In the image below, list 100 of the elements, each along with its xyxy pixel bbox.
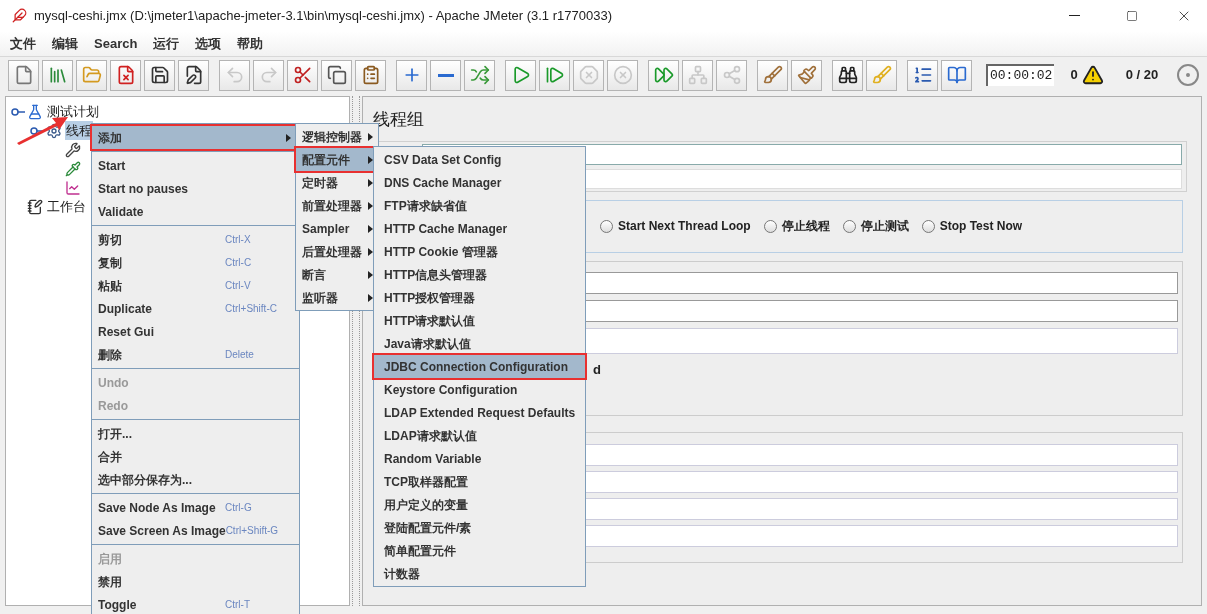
radio-option[interactable]: Start Next Thread Loop xyxy=(600,217,751,235)
submenu-arrow-icon xyxy=(367,177,375,188)
submenu-item[interactable]: 计数器 xyxy=(374,562,585,585)
tree-node-label[interactable]: 工作台 xyxy=(46,196,87,217)
submenu-item[interactable]: JDBC Connection Configuration xyxy=(374,355,585,378)
expander-icon[interactable] xyxy=(11,106,25,117)
save-icon xyxy=(149,65,170,85)
menu-item[interactable]: Search xyxy=(88,33,144,54)
context-menu-item[interactable]: 禁用 xyxy=(92,570,299,593)
submenu-arrow-icon xyxy=(367,223,375,234)
context-menu-item[interactable]: 删除 Delete xyxy=(92,343,299,366)
context-menu-item[interactable]: Reset Gui xyxy=(92,320,299,343)
shuffle-icon xyxy=(469,65,490,85)
step-forward-icon xyxy=(544,65,565,85)
minimize-icon xyxy=(1068,15,1080,16)
toolbar-button[interactable] xyxy=(144,59,175,91)
context-menu-item[interactable]: Start no pauses xyxy=(92,177,299,200)
network-icon xyxy=(687,65,708,85)
context-menu-item[interactable]: 打开... xyxy=(92,422,299,445)
remote-status-icon xyxy=(1176,63,1201,87)
radio-option[interactable]: Stop Test Now xyxy=(921,217,1023,235)
submenu-item[interactable]: 简单配置元件 xyxy=(374,539,585,562)
context-menu-item[interactable]: Toggle Ctrl-T xyxy=(92,593,299,614)
submenu-item[interactable]: Java请求默认值 xyxy=(374,332,585,355)
submenu-item[interactable]: LDAP Extended Request Defaults xyxy=(374,401,585,424)
book-icon xyxy=(946,65,967,85)
submenu-arrow-icon xyxy=(367,154,375,165)
folder-icon xyxy=(81,65,102,85)
context-menu-item[interactable]: 选中部分保存为... xyxy=(92,468,299,491)
context-menu-item[interactable]: Start xyxy=(92,154,299,177)
submenu-arrow-icon xyxy=(367,131,375,142)
menu-item[interactable]: 文件 xyxy=(4,33,42,54)
radio-icon[interactable] xyxy=(763,219,777,233)
context-menu-item[interactable]: Duplicate Ctrl+Shift-C xyxy=(92,297,299,320)
tree-node-label[interactable]: 测试计划 xyxy=(46,101,100,122)
brush-icon xyxy=(762,65,783,85)
fast-forward-icon xyxy=(653,65,674,85)
submenu-item[interactable]: TCP取样器配置 xyxy=(374,470,585,493)
toolbar-button[interactable] xyxy=(321,59,352,91)
submenu-item[interactable]: HTTP授权管理器 xyxy=(374,286,585,309)
submenu-item[interactable]: HTTP Cache Manager xyxy=(374,217,585,240)
toolbar-button[interactable] xyxy=(287,59,318,91)
share-icon xyxy=(721,65,742,85)
binoculars-icon xyxy=(837,65,858,85)
radio-icon[interactable] xyxy=(921,219,935,233)
chart-icon xyxy=(65,179,81,196)
window-title: mysql-ceshi.jmx (D:\jmeter1\apache-jmeter-3.1\bin\mysql-ceshi.jmx) - Apache JMeter (3.1 r1770033) xyxy=(34,6,612,25)
flask-icon xyxy=(27,103,43,120)
checkbox-label: d xyxy=(593,360,601,379)
context-menu-item[interactable]: 粘贴 Ctrl-V xyxy=(92,274,299,297)
expander-icon[interactable] xyxy=(30,125,44,136)
notebook-icon xyxy=(27,198,43,215)
maximize-icon xyxy=(1126,9,1138,22)
thread-count: 0 / 20 xyxy=(1125,66,1159,85)
warning-icon xyxy=(1081,64,1104,86)
stop-icon xyxy=(578,65,599,85)
submenu-item[interactable]: HTTP请求默认值 xyxy=(374,309,585,332)
radio-option[interactable]: 停止测试 xyxy=(842,217,909,235)
submenu-arrow-icon xyxy=(367,292,375,303)
radio-icon[interactable] xyxy=(600,219,613,233)
submenu-item[interactable]: HTTP信息头管理器 xyxy=(374,263,585,286)
submenu-item[interactable]: Random Variable xyxy=(374,447,585,470)
menu-item[interactable]: 编辑 xyxy=(46,33,84,54)
context-menu-item[interactable]: Save Node As Image Ctrl-G xyxy=(92,496,299,519)
wrench-icon xyxy=(65,141,81,158)
submenu-item[interactable]: 逻辑控制器 xyxy=(296,125,378,148)
submenu-item[interactable]: LDAP请求默认值 xyxy=(374,424,585,447)
list-icon xyxy=(912,65,933,85)
submenu-arrow-icon xyxy=(367,246,375,257)
context-menu-item[interactable]: 复制 Ctrl-C xyxy=(92,251,299,274)
minus-icon xyxy=(437,73,454,77)
submenu-item[interactable]: HTTP Cookie 管理器 xyxy=(374,240,585,263)
menu-item[interactable]: 运行 xyxy=(147,33,186,54)
elapsed-time-field: 00:00:02 xyxy=(986,64,1055,86)
submenu-item[interactable]: Keystore Configuration xyxy=(374,378,585,401)
circle-x-icon xyxy=(612,65,633,85)
submenu-item[interactable]: FTP请求缺省值 xyxy=(374,194,585,217)
submenu-item[interactable]: 登陆配置元件/素 xyxy=(374,516,585,539)
paintbrush-icon xyxy=(796,65,817,85)
radio-option[interactable]: 停止线程 xyxy=(763,217,830,235)
error-count: 0 xyxy=(1070,66,1078,85)
toolbar-button[interactable] xyxy=(832,59,863,91)
broom-icon xyxy=(871,65,892,85)
pipette-icon xyxy=(65,160,81,177)
submenu-arrow-icon xyxy=(285,132,293,143)
gear-icon xyxy=(46,122,62,139)
context-menu-item[interactable]: 合并 xyxy=(92,445,299,468)
radio-icon[interactable] xyxy=(842,219,856,233)
scissors-icon xyxy=(292,65,313,85)
context-menu-item[interactable]: 剪切 Ctrl-X xyxy=(92,228,299,251)
toolbar-button[interactable] xyxy=(907,59,938,91)
context-menu-item[interactable]: Save Screen As ImageCtrl+Shift-G xyxy=(92,519,299,542)
submenu-item[interactable]: 用户定义的变量 xyxy=(374,493,585,516)
context-menu-item[interactable]: Validate xyxy=(92,200,299,223)
menu-item[interactable]: 选项 xyxy=(189,33,228,54)
toolbar-button[interactable] xyxy=(178,59,209,91)
menu-item[interactable]: 帮助 xyxy=(231,33,270,54)
submenu-item[interactable]: DNS Cache Manager xyxy=(374,171,585,194)
undo-icon xyxy=(224,65,245,85)
submenu-arrow-icon xyxy=(367,269,375,280)
